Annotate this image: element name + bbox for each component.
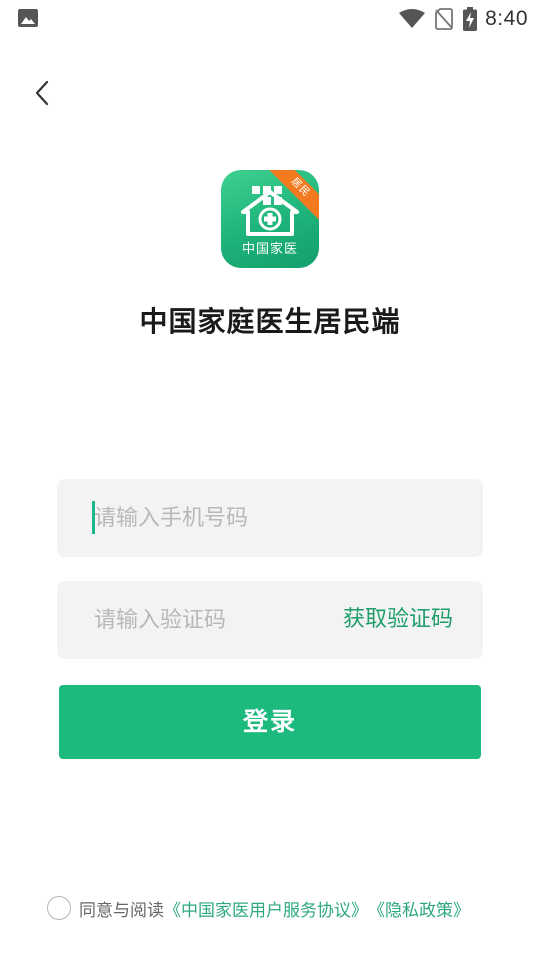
- login-button[interactable]: 登录: [59, 685, 481, 759]
- code-field[interactable]: 获取验证码: [57, 581, 483, 659]
- phone-input[interactable]: [94, 479, 454, 557]
- agreement-prefix: 同意与阅读: [79, 900, 164, 921]
- agreement: 同意与阅读 《中国家医用户服务协议》 《隐私政策》: [47, 895, 470, 921]
- image-icon: [18, 9, 38, 27]
- status-icons: 8:40: [399, 5, 528, 33]
- app-title: 中国家庭医生居民端: [139, 305, 401, 338]
- back-button[interactable]: [26, 76, 58, 110]
- wifi-icon: [399, 9, 426, 28]
- app-logo: 居民 中国家医: [221, 170, 319, 268]
- phone-field[interactable]: [57, 479, 483, 557]
- status-time: 8:40: [485, 7, 528, 30]
- agreement-checkbox[interactable]: [47, 896, 71, 920]
- verification-code-input[interactable]: [94, 581, 314, 659]
- battery-charging-icon: [463, 7, 478, 31]
- no-sim-icon: [435, 8, 454, 30]
- logo-text: 中国家医: [241, 242, 298, 257]
- get-code-button[interactable]: 获取验证码: [343, 581, 453, 659]
- login-screen: 8:40 居民 中国家医 中国家庭医生居民端 请输入手机号码 请输入验证码 获取…: [0, 0, 540, 960]
- chevron-left-icon: [35, 80, 49, 106]
- status-bar: 8:40: [0, 0, 540, 38]
- terms-link[interactable]: 《中国家医用户服务协议》: [164, 896, 368, 921]
- privacy-link[interactable]: 《隐私政策》: [368, 896, 470, 921]
